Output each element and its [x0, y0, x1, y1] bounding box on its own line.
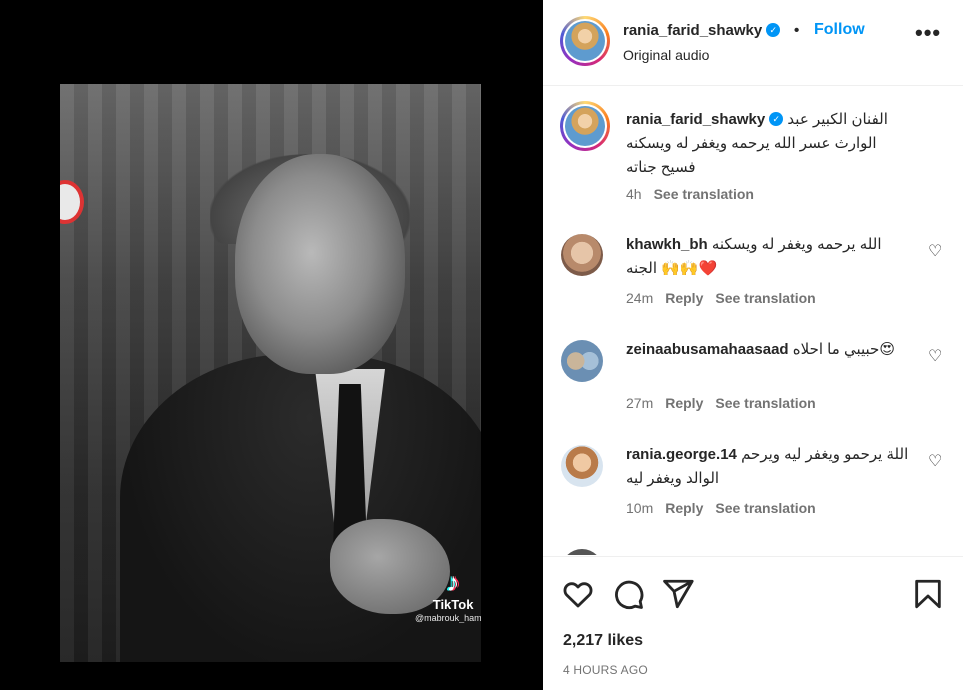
more-options-icon[interactable]: •••	[915, 22, 941, 44]
instagram-post-modal: ♪ TikTok @mabrouk_hamdy rania_farid_shaw…	[0, 0, 963, 690]
comment-username[interactable]: khawkh_bh	[626, 236, 708, 253]
post-timestamp: 4 HOURS AGO	[563, 663, 648, 677]
tiktok-watermark-name: TikTok	[432, 597, 474, 612]
like-comment-heart-icon[interactable]: ♡	[928, 346, 942, 366]
reply-button[interactable]: Reply	[665, 290, 703, 306]
caption-meta: 4h See translation	[626, 186, 754, 202]
comment-avatar[interactable]	[561, 340, 603, 382]
tiktok-watermark: ♪ TikTok @mabrouk_hamdy	[415, 569, 481, 623]
caption-body: rania_farid_shawky ✓ الفنان الكبير عبد ال…	[626, 108, 913, 180]
save-bookmark-icon[interactable]	[911, 577, 945, 611]
like-comment-heart-icon[interactable]: ♡	[928, 241, 942, 261]
author-username[interactable]: rania_farid_shawky	[623, 22, 762, 39]
author-avatar[interactable]	[560, 16, 610, 66]
tiktok-watermark-user: @mabrouk_hamdy	[415, 613, 481, 623]
comment-body: khawkh_bh الله يرحمه ويغفر له ويسكنه الج…	[626, 233, 913, 281]
comment-username[interactable]: rania.george.14	[626, 446, 737, 463]
comment-meta: 10m Reply See translation	[626, 500, 816, 516]
comment-item: khawkh_bh الله يرحمه ويغفر له ويسكنه الج…	[543, 233, 963, 313]
comment-meta: 24m Reply See translation	[626, 290, 816, 306]
caption-time: 4h	[626, 186, 642, 202]
comment-body: zeinaabusamahaasaad حبيبي ما احلاه😍	[626, 338, 913, 362]
caption-author-avatar[interactable]	[560, 101, 610, 151]
likes-count[interactable]: 2,217 likes	[563, 632, 643, 650]
original-audio-link[interactable]: Original audio	[623, 47, 709, 63]
comment-avatar[interactable]	[561, 445, 603, 487]
comment-meta: 27m Reply See translation	[626, 395, 816, 411]
comment-item-partial	[543, 545, 963, 555]
caption-username[interactable]: rania_farid_shawky	[626, 111, 765, 128]
see-translation-button[interactable]: See translation	[715, 500, 815, 516]
verified-badge-icon: ✓	[769, 112, 784, 127]
comment-item: rania.george.14 اللة يرحمو ويغفر ليه وير…	[543, 443, 963, 523]
media-panel: ♪ TikTok @mabrouk_hamdy	[0, 0, 543, 690]
header-separator: •	[794, 22, 800, 39]
comment-item: zeinaabusamahaasaad حبيبي ما احلاه😍 ♡ 27…	[543, 338, 963, 418]
comment-avatar[interactable]	[561, 549, 603, 555]
share-paper-plane-icon[interactable]	[661, 577, 695, 611]
comments-list[interactable]: rania_farid_shawky ✓ الفنان الكبير عبد ال…	[543, 87, 963, 555]
caption: rania_farid_shawky ✓ الفنان الكبير عبد ال…	[543, 100, 963, 210]
comment-bubble-icon[interactable]	[611, 577, 645, 611]
follow-button[interactable]: Follow	[814, 21, 865, 39]
like-comment-heart-icon[interactable]: ♡	[928, 451, 942, 471]
post-side-panel: rania_farid_shawky ✓ • Follow Original au…	[543, 0, 963, 690]
reply-button[interactable]: Reply	[665, 395, 703, 411]
comment-username[interactable]: zeinaabusamahaasaad	[626, 341, 789, 358]
video-player[interactable]: ♪ TikTok @mabrouk_hamdy	[60, 84, 481, 662]
comment-time: 27m	[626, 395, 654, 411]
comment-body: rania.george.14 اللة يرحمو ويغفر ليه وير…	[626, 443, 913, 491]
post-header: rania_farid_shawky ✓ • Follow Original au…	[543, 0, 963, 86]
see-translation-button[interactable]: See translation	[715, 290, 815, 306]
reply-button[interactable]: Reply	[665, 500, 703, 516]
verified-badge-icon: ✓	[766, 23, 781, 38]
man-head	[235, 154, 405, 374]
see-translation-button[interactable]: See translation	[715, 395, 815, 411]
caption-see-translation[interactable]: See translation	[654, 186, 754, 202]
comment-time: 10m	[626, 500, 654, 516]
comment-text: حبيبي ما احلاه😍	[792, 341, 895, 358]
comment-time: 24m	[626, 290, 654, 306]
like-heart-icon[interactable]	[561, 577, 595, 611]
author-username-row: rania_farid_shawky ✓	[623, 22, 781, 39]
tiktok-logo-icon: ♪	[446, 567, 460, 597]
comment-avatar[interactable]	[561, 234, 603, 276]
post-actions: 2,217 likes 4 HOURS AGO	[543, 556, 963, 690]
